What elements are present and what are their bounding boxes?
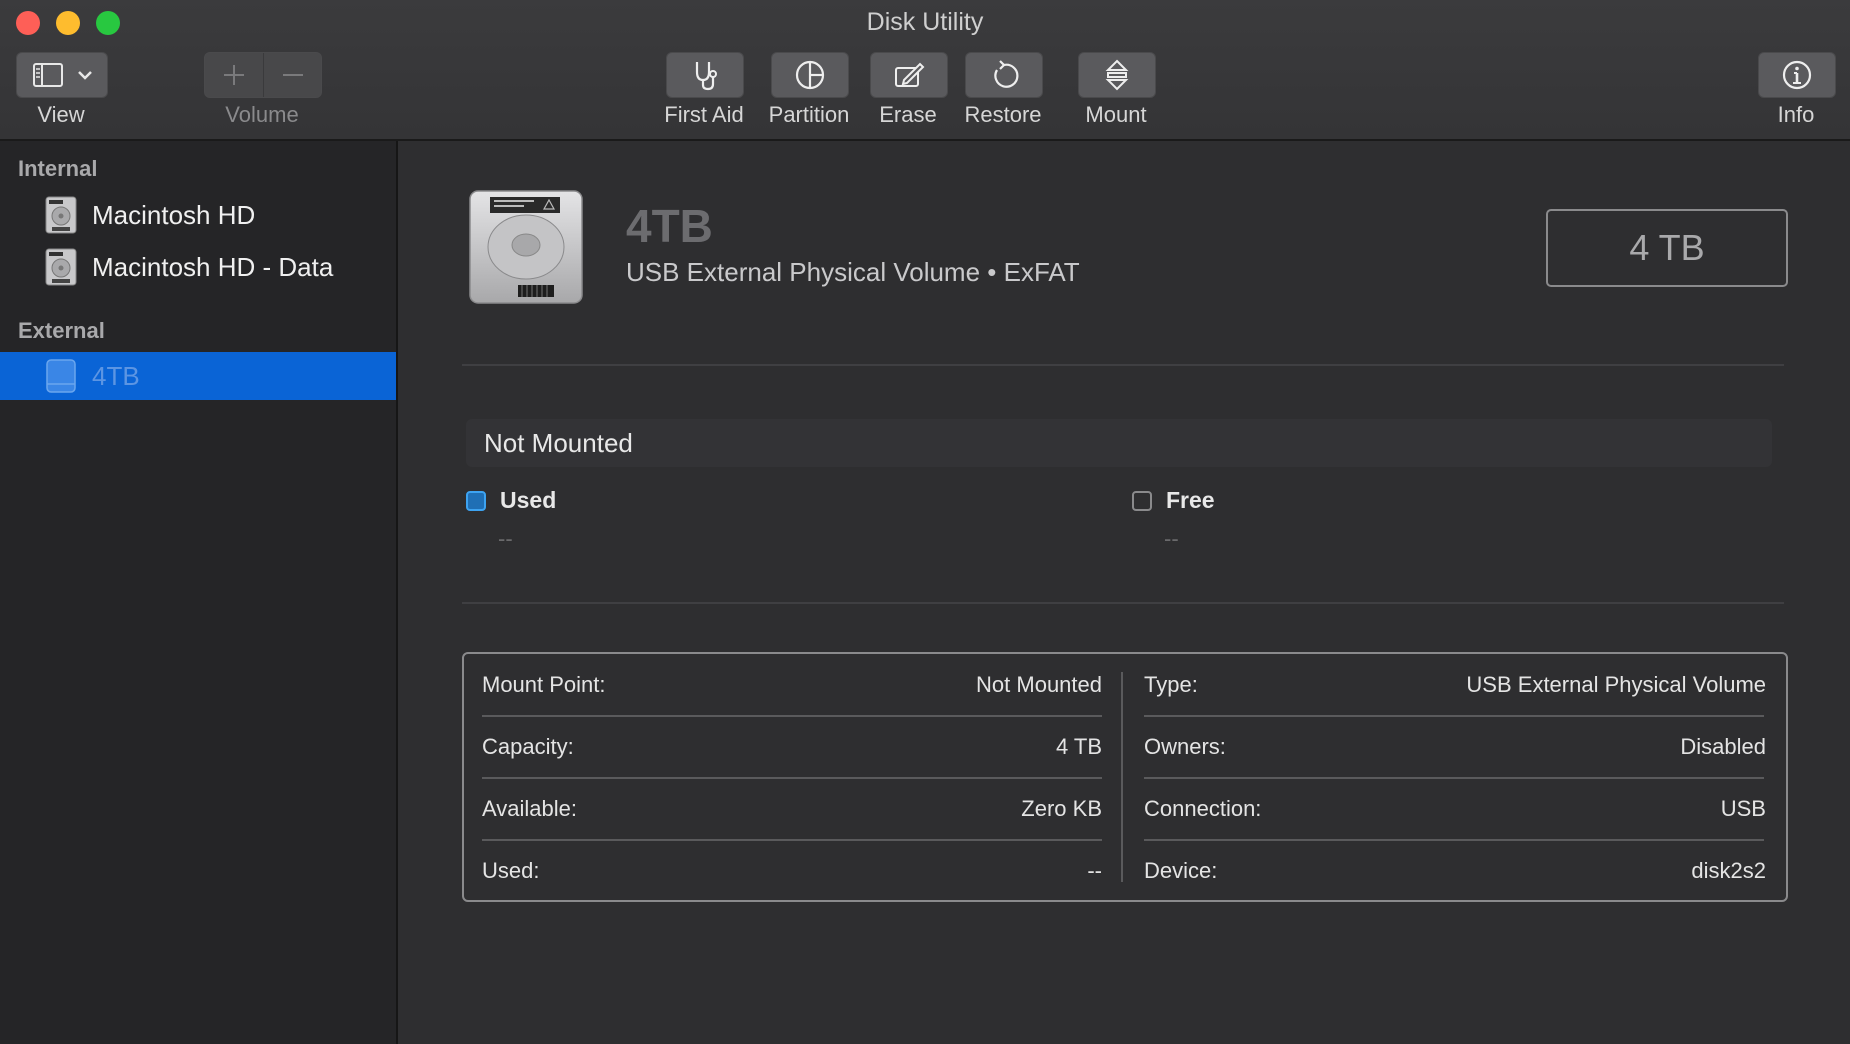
volume-name: 4TB (626, 200, 713, 252)
sidebar-item-4tb[interactable]: 4TB (0, 352, 396, 400)
info-icon (1782, 60, 1812, 90)
column-divider (1121, 672, 1123, 882)
sidebar: Internal Macintosh HD Macintosh HD - Dat… (0, 141, 398, 1044)
restore-arrow-icon (994, 60, 1019, 88)
info-button[interactable] (1758, 52, 1836, 98)
mount-button[interactable] (1078, 52, 1156, 98)
add-volume-button[interactable] (205, 53, 263, 97)
info-label: Info (1777, 102, 1815, 127)
info-row-mount-point: Mount Point: Not Mounted (482, 654, 1102, 716)
erase-button[interactable] (870, 52, 948, 98)
info-value: disk2s2 (1691, 858, 1766, 883)
mount-status: Not Mounted (484, 428, 633, 458)
view-label: View (37, 102, 85, 127)
sidebar-section-external: External (18, 318, 105, 343)
first-aid-button[interactable] (666, 52, 744, 98)
volume-detail-pane: 4TB USB External Physical Volume • ExFAT… (398, 141, 1850, 1044)
info-value: Zero KB (1021, 796, 1102, 821)
info-key: Capacity: (482, 734, 574, 759)
info-key: Owners: (1144, 734, 1226, 759)
info-value: -- (1087, 858, 1102, 883)
view-button[interactable] (16, 52, 108, 98)
info-row-connection: Connection: USB (1144, 778, 1766, 840)
partition-button[interactable] (771, 52, 849, 98)
divider (462, 364, 1784, 366)
volume-label: Volume (225, 102, 299, 127)
sidebar-item-label: 4TB (92, 360, 140, 391)
used-legend-value: -- (498, 526, 513, 551)
usage-bar: Not Mounted (466, 419, 1772, 467)
used-legend: Used (466, 487, 556, 514)
sidebar-section-internal: Internal (18, 156, 98, 181)
info-row-used: Used: -- (482, 840, 1102, 902)
partition-pie-icon (795, 60, 825, 90)
restore-label: Restore (964, 102, 1042, 127)
disk-utility-window: Disk Utility View Volume First Aid Parti… (0, 0, 1850, 1044)
volume-info-table: Mount Point: Not Mounted Capacity: 4 TB … (462, 652, 1788, 902)
info-value: USB External Physical Volume (1466, 672, 1766, 697)
internal-disk-icon (45, 248, 77, 286)
hard-drive-icon (469, 190, 583, 304)
first-aid-label: First Aid (664, 102, 744, 127)
mount-icon (1105, 59, 1129, 91)
sidebar-item-label: Macintosh HD (92, 199, 256, 230)
info-key: Connection: (1144, 796, 1262, 821)
capacity-badge: 4 TB (1546, 209, 1788, 287)
erase-pencil-icon (895, 62, 925, 87)
partition-label: Partition (768, 102, 850, 127)
external-disk-icon (46, 359, 76, 393)
info-key: Used: (482, 858, 540, 883)
info-key: Device: (1144, 858, 1218, 883)
restore-button[interactable] (965, 52, 1043, 98)
free-legend-value: -- (1164, 526, 1179, 551)
divider (462, 602, 1784, 604)
erase-label: Erase (879, 102, 937, 127)
chevron-down-icon (78, 71, 92, 80)
mount-label: Mount (1085, 102, 1147, 127)
info-value: 4 TB (1055, 734, 1102, 759)
internal-disk-icon (45, 196, 77, 234)
window-title: Disk Utility (866, 8, 984, 36)
info-value: USB (1720, 796, 1766, 821)
info-row-capacity: Capacity: 4 TB (482, 716, 1102, 778)
stethoscope-icon (695, 62, 717, 91)
volume-description: USB External Physical Volume • ExFAT (626, 257, 1080, 287)
sidebar-item-macintosh-hd[interactable]: Macintosh HD (0, 191, 396, 239)
info-key: Type: (1144, 672, 1198, 697)
free-legend: Free (1132, 487, 1215, 514)
sidebar-toggle-icon (33, 63, 92, 87)
used-swatch (466, 490, 486, 511)
remove-volume-button[interactable] (264, 53, 321, 97)
sidebar-item-label: Macintosh HD - Data (92, 251, 334, 282)
info-row-type: Type: USB External Physical Volume (1144, 654, 1766, 716)
used-legend-label: Used (500, 487, 557, 513)
sidebar-item-macintosh-hd-data[interactable]: Macintosh HD - Data (0, 243, 396, 291)
info-value: Disabled (1680, 734, 1766, 759)
volume-segmented-control (204, 52, 322, 98)
info-key: Available: (482, 796, 577, 821)
free-legend-label: Free (1166, 487, 1215, 513)
info-row-owners: Owners: Disabled (1144, 716, 1766, 778)
info-value: Not Mounted (976, 672, 1102, 697)
info-row-available: Available: Zero KB (482, 778, 1102, 840)
info-key: Mount Point: (482, 672, 606, 697)
free-swatch (1132, 490, 1152, 511)
toolbar: Disk Utility View Volume First Aid Parti… (0, 0, 1850, 141)
info-row-device: Device: disk2s2 (1144, 840, 1766, 902)
minus-icon (282, 74, 303, 76)
plus-icon (224, 65, 244, 85)
